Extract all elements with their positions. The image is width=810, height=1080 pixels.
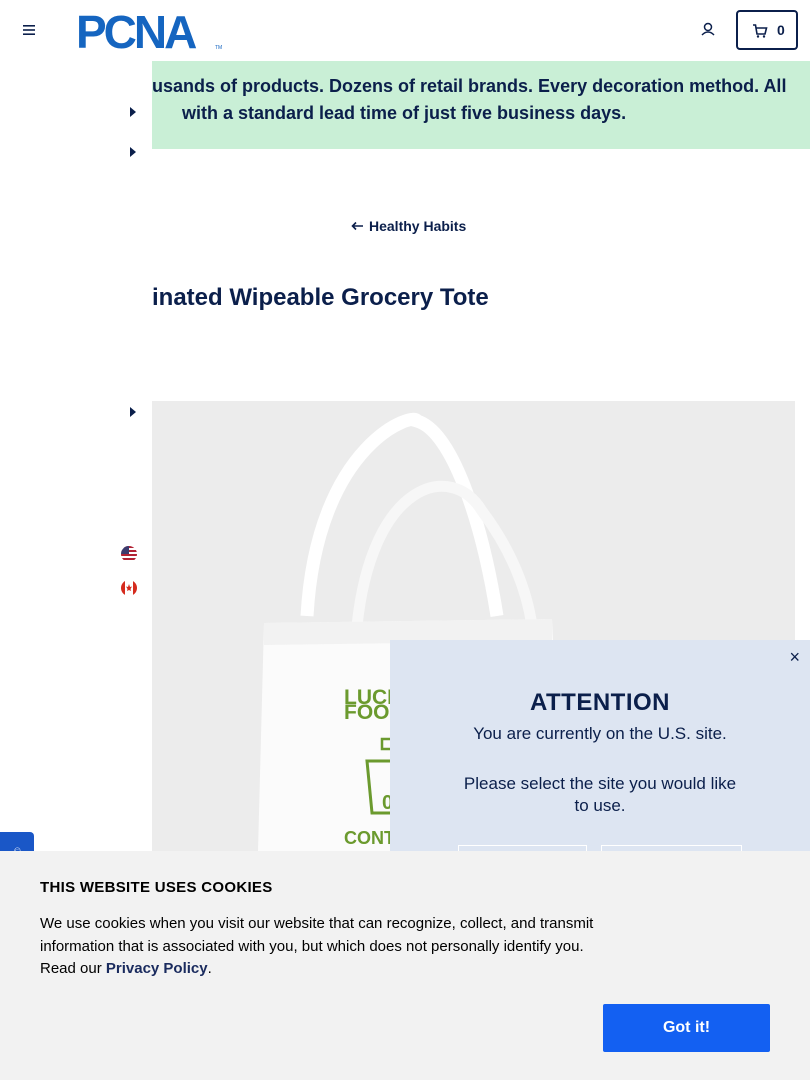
cart-count: 0	[777, 22, 785, 38]
cookie-text: We use cookies when you visit our websit…	[40, 913, 600, 981]
caret-right-icon[interactable]	[129, 146, 137, 158]
account-icon[interactable]	[696, 18, 720, 42]
pcna-logo[interactable]: PCNA TM	[76, 6, 226, 58]
caret-right-icon[interactable]	[129, 106, 137, 118]
cookie-end-text: .	[207, 960, 212, 977]
cart-button[interactable]: 0	[736, 10, 798, 50]
privacy-policy-link[interactable]: Privacy Policy	[106, 960, 208, 977]
svg-text:TM: TM	[215, 45, 222, 51]
popup-message: You are currently on the U.S. site.	[473, 724, 727, 743]
banner-text-line1: usands of products. Dozens of retail bra…	[152, 76, 787, 96]
popup-prompt: Please select the site you would like to…	[463, 774, 737, 815]
banner-text-line2: with a standard lead time of just five b…	[182, 103, 627, 123]
canada-flag-icon[interactable]	[121, 580, 137, 596]
us-flag-icon[interactable]	[121, 546, 137, 562]
breadcrumb-label: Healthy Habits	[369, 218, 467, 234]
close-icon[interactable]: ×	[789, 648, 800, 666]
cookie-title: THIS WEBSITE USES COOKIES	[40, 879, 273, 896]
product-title: inated Wipeable Grocery Tote	[152, 284, 489, 311]
breadcrumb-back-link[interactable]: Healthy Habits	[351, 217, 466, 235]
caret-right-icon[interactable]	[129, 406, 137, 418]
site-header: PCNA TM 0	[0, 0, 810, 61]
promo-banner: usands of products. Dozens of retail bra…	[152, 61, 810, 149]
arrow-left-icon	[351, 221, 363, 231]
cart-icon	[753, 24, 768, 38]
logo-text: PCNA	[76, 11, 196, 51]
accept-cookies-button[interactable]: Got it!	[603, 1004, 770, 1052]
bag-print-text: CONT	[344, 828, 395, 848]
cookie-banner: THIS WEBSITE USES COOKIES We use cookies…	[0, 851, 810, 1080]
hamburger-menu-icon[interactable]	[18, 19, 40, 41]
popup-title: ATTENTION	[529, 689, 671, 716]
